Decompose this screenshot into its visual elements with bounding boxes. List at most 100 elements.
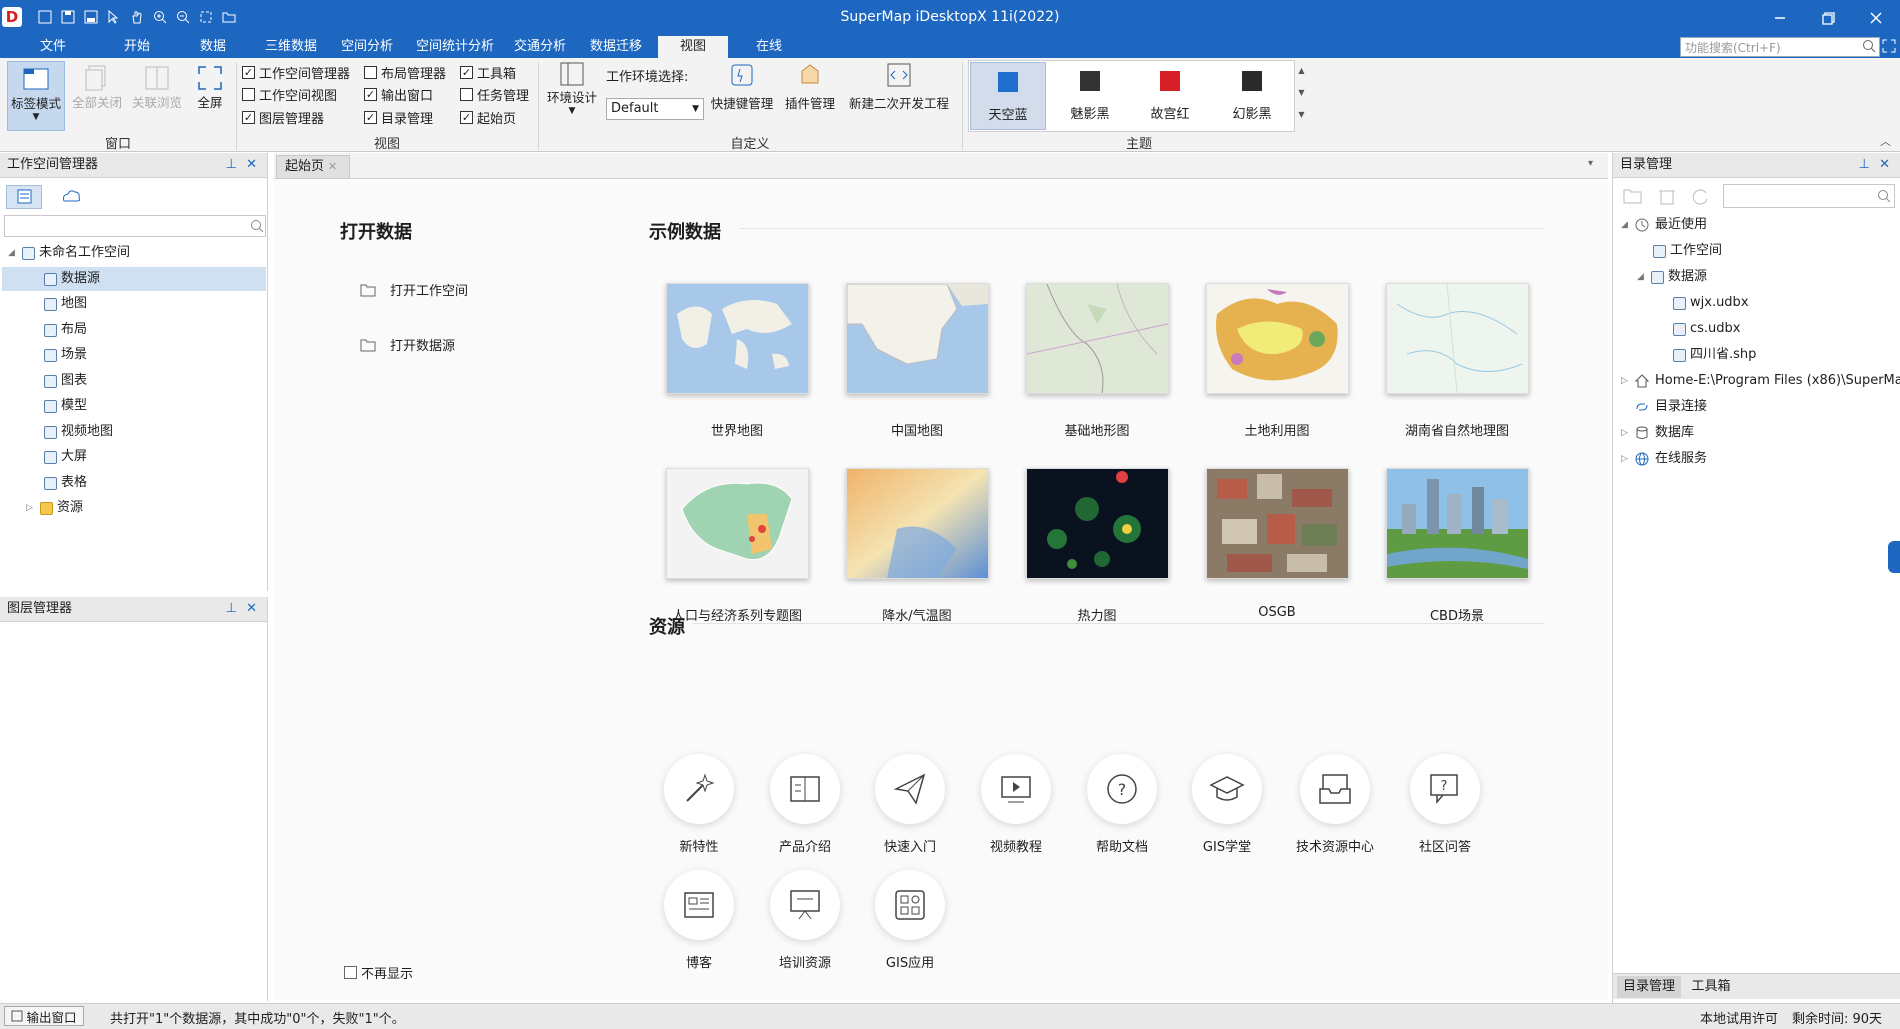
sample-hunan-geography[interactable]: 湖南省自然地理图 [1384, 283, 1530, 439]
tab-toolbox[interactable]: 工具箱 [1685, 976, 1737, 998]
env-select-dropdown[interactable]: Default ▼ [606, 98, 704, 120]
tree-item-model[interactable]: 模型 [44, 394, 87, 418]
close-icon[interactable]: ✕ [246, 597, 257, 621]
theme-palace-red[interactable]: 故宫红 [1132, 62, 1208, 130]
plugin-manager-button[interactable]: 插件管理 [776, 61, 844, 112]
res-blog[interactable]: 博客 [649, 870, 749, 971]
res-gis-school[interactable]: GIS学堂 [1177, 754, 1277, 855]
expand-icon[interactable] [1882, 39, 1896, 57]
search-icon[interactable] [1862, 39, 1876, 57]
check-toolbox[interactable]: ✓ 工具箱 [460, 63, 516, 82]
menu-online[interactable]: 在线 [736, 36, 802, 58]
menu-start[interactable]: 开始 [104, 36, 170, 58]
search-icon[interactable] [1877, 189, 1891, 207]
res-quick-start[interactable]: 快速入门 [860, 754, 960, 855]
open-datasource-link[interactable]: 打开数据源 [360, 335, 455, 354]
tree-item-chart[interactable]: 图表 [44, 369, 87, 393]
menu-view[interactable]: 视图 [658, 36, 728, 58]
search-icon[interactable] [250, 219, 264, 237]
theme-illusion-black[interactable]: 幻影黑 [1214, 62, 1290, 130]
sample-heatmap[interactable]: 热力图 [1024, 468, 1170, 624]
pin-icon[interactable]: ⊥ [1859, 153, 1870, 177]
new-dev-project-button[interactable]: 新建二次开发工程 [846, 61, 952, 112]
workspace-search-input[interactable] [4, 215, 266, 237]
chevron-up-icon[interactable]: ▲ [1295, 60, 1308, 82]
collapse-ribbon-icon[interactable]: ︿ [1880, 133, 1891, 149]
check-layer-manager[interactable]: ✓ 图层管理器 [242, 108, 324, 127]
catalog-file-sichuan[interactable]: 四川省.shp [1673, 343, 1756, 367]
function-search-input[interactable]: 功能搜索(Ctrl+F) [1680, 37, 1880, 57]
check-workspace-manager[interactable]: ✓ 工作空间管理器 [242, 63, 350, 82]
catalog-recent-workspace[interactable]: 工作空间 [1653, 239, 1722, 263]
catalog-home[interactable]: ▷ Home-E:\Program Files (x86)\SuperMa... [1621, 369, 1900, 393]
sample-world-map[interactable]: 世界地图 [664, 283, 810, 439]
new-folder-icon[interactable] [1623, 187, 1643, 209]
catalog-database[interactable]: ▷ 数据库 [1621, 421, 1694, 445]
restore-icon[interactable] [1804, 0, 1852, 36]
menu-data-migration[interactable]: 数据迁移 [582, 36, 650, 58]
close-all-button[interactable]: 全部关闭 [70, 61, 124, 111]
res-gis-apps[interactable]: GIS应用 [860, 870, 960, 971]
close-icon[interactable]: ✕ [328, 160, 337, 173]
menu-traffic-analysis[interactable]: 交通分析 [506, 36, 574, 58]
check-task-manager[interactable]: 任务管理 [460, 85, 529, 104]
tab-catalog[interactable]: 目录管理 [1617, 976, 1681, 998]
dont-show-again-checkbox[interactable]: 不再显示 [344, 963, 413, 982]
catalog-file-cs[interactable]: cs.udbx [1673, 317, 1741, 341]
close-icon[interactable] [1852, 0, 1900, 36]
res-video-tutorial[interactable]: 视频教程 [966, 754, 1066, 855]
fullscreen-button[interactable]: 全屏 [190, 61, 230, 111]
env-design-button[interactable]: 环境设计 ▼ [544, 61, 600, 116]
sample-osgb[interactable]: OSGB [1204, 468, 1350, 620]
tab-list-chevron-icon[interactable]: ▾ [1588, 158, 1593, 169]
tree-item-scene[interactable]: 场景 [44, 343, 87, 367]
check-catalog-manager[interactable]: ✓ 目录管理 [364, 108, 433, 127]
tree-item-map[interactable]: 地图 [44, 292, 87, 316]
sample-china-map[interactable]: 中国地图 [844, 283, 990, 439]
menu-3d-data[interactable]: 三维数据 [258, 36, 324, 58]
more-icon[interactable]: ▼ [1295, 104, 1308, 126]
linked-browse-button[interactable]: 关联浏览 [128, 61, 186, 111]
pin-icon[interactable]: ⊥ [226, 597, 237, 621]
check-start-page[interactable]: ✓ 起始页 [460, 108, 516, 127]
open-workspace-link[interactable]: 打开工作空间 [360, 280, 468, 299]
theme-sky-blue[interactable]: 天空蓝 [970, 62, 1046, 130]
tree-item-video-map[interactable]: 视频地图 [44, 420, 113, 444]
catalog-dir-connection[interactable]: 目录连接 [1635, 395, 1707, 419]
catalog-recent[interactable]: ◢ 最近使用 [1621, 213, 1707, 237]
res-training[interactable]: 培训资源 [755, 870, 855, 971]
workspace-view-button[interactable] [6, 185, 42, 209]
tree-item-layout[interactable]: 布局 [44, 318, 87, 342]
catalog-online-services[interactable]: ▷ 在线服务 [1621, 447, 1707, 471]
delete-icon[interactable] [1657, 187, 1677, 209]
pin-icon[interactable]: ⊥ [226, 153, 237, 177]
catalog-recent-datasource[interactable]: ◢ 数据源 [1637, 265, 1707, 289]
sample-precipitation[interactable]: 降水/气温图 [844, 468, 990, 624]
shortcut-manager-button[interactable]: 快捷键管理 [708, 61, 776, 112]
cloud-workspace-button[interactable] [54, 185, 90, 209]
menu-file[interactable]: 文件 [20, 36, 86, 58]
side-drawer-handle[interactable] [1888, 541, 1900, 573]
tab-start-page[interactable]: 起始页 ✕ [276, 155, 350, 179]
tree-item-big-screen[interactable]: 大屏 [44, 445, 87, 469]
sample-cbd-scene[interactable]: CBD场景 [1384, 468, 1530, 624]
sample-population-economy[interactable]: 人口与经济系列专题图 [664, 468, 810, 624]
tree-item-resources[interactable]: ▷ 资源 [26, 496, 83, 520]
tab-mode-button[interactable]: 标签模式 ▼ [7, 61, 65, 131]
res-product-intro[interactable]: 产品介绍 [755, 754, 855, 855]
res-tech-center[interactable]: 技术资源中心 [1285, 754, 1385, 855]
close-icon[interactable]: ✕ [246, 153, 257, 177]
check-layout-manager[interactable]: 布局管理器 [364, 63, 446, 82]
minimize-icon[interactable] [1756, 0, 1804, 36]
close-icon[interactable]: ✕ [1879, 153, 1890, 177]
refresh-icon[interactable] [1691, 187, 1711, 209]
res-help-docs[interactable]: ? 帮助文档 [1072, 754, 1172, 855]
theme-phantom-black[interactable]: 魅影黑 [1052, 62, 1128, 130]
output-window-button[interactable]: 输出窗口 [4, 1006, 84, 1026]
tree-item-datasource[interactable]: 数据源 [2, 267, 266, 291]
menu-spatial-statistics[interactable]: 空间统计分析 [410, 36, 500, 58]
res-new-features[interactable]: 新特性 [649, 754, 749, 855]
workspace-root[interactable]: ◢ 未命名工作空间 [8, 241, 130, 265]
catalog-file-wjx[interactable]: wjx.udbx [1673, 291, 1749, 315]
chevron-down-icon[interactable]: ▼ [1295, 82, 1308, 104]
